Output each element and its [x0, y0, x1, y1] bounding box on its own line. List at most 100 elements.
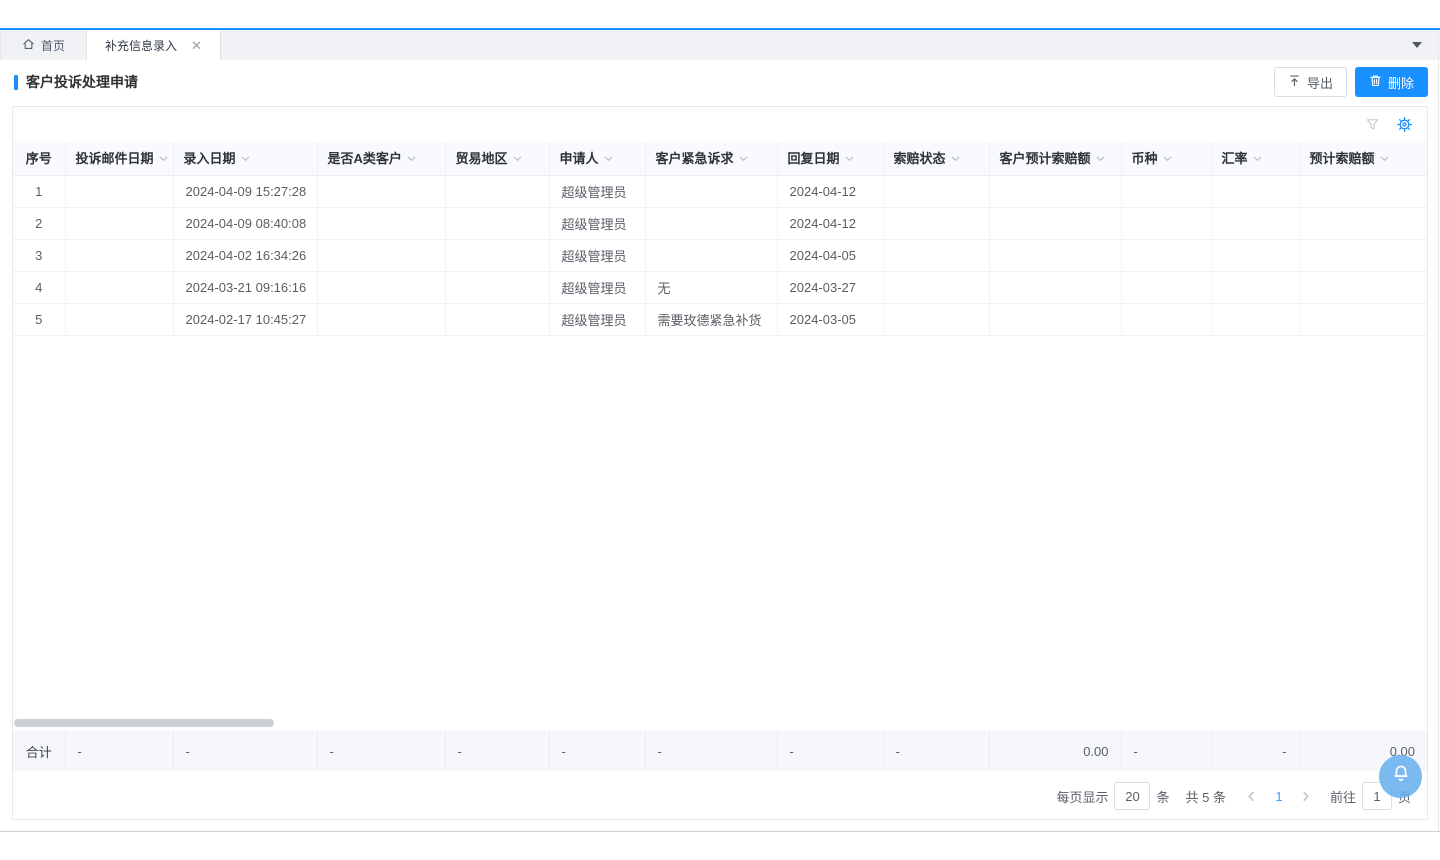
summary-cell: -: [65, 731, 173, 771]
table-cell: [317, 303, 445, 335]
table-cell: [445, 207, 549, 239]
page-bottom-divider: [0, 831, 1440, 832]
table-row[interactable]: 52024-02-17 10:45:27超级管理员需要玫德紧急补货2024-03…: [13, 303, 1427, 335]
table-cell: [65, 303, 173, 335]
page-header: 客户投诉处理申请 导出 删除: [14, 64, 1428, 100]
table-cell: 2024-04-12: [777, 207, 883, 239]
horizontal-scrollbar-thumb[interactable]: [14, 719, 274, 727]
page-number-1[interactable]: 1: [1266, 789, 1292, 804]
notification-bell-button[interactable]: [1379, 755, 1422, 798]
table-cell: [883, 207, 989, 239]
table-cell: 2024-02-17 10:45:27: [173, 303, 317, 335]
table-cell: [1211, 207, 1299, 239]
gear-icon[interactable]: [1396, 116, 1413, 133]
table-cell: [883, 175, 989, 207]
column-header-8[interactable]: 索赔状态: [883, 141, 989, 175]
column-header-label: 序号: [26, 151, 52, 166]
table-row[interactable]: 12024-04-09 15:27:28超级管理员2024-04-12: [13, 175, 1427, 207]
export-button-label: 导出: [1307, 73, 1333, 92]
summary-cell: 0.00: [989, 731, 1121, 771]
top-strip: [0, 0, 1440, 28]
caret-down-icon[interactable]: [1412, 42, 1422, 48]
summary-cell: -: [317, 731, 445, 771]
tab-active-label: 补充信息录入: [105, 37, 177, 54]
table-cell: 2024-03-27: [777, 271, 883, 303]
table-row[interactable]: 22024-04-09 08:40:08超级管理员2024-04-12: [13, 207, 1427, 239]
column-header-label: 客户紧急诉求: [656, 151, 734, 166]
summary-cell: 合计: [13, 731, 65, 771]
chevron-left-icon[interactable]: [1240, 782, 1264, 810]
table-cell: [1121, 271, 1211, 303]
table-cell: 无: [645, 271, 777, 303]
column-header-label: 是否A类客户: [328, 151, 402, 166]
column-header-4[interactable]: 贸易地区: [445, 141, 549, 175]
per-page-unit: 条: [1156, 787, 1169, 806]
export-button[interactable]: 导出: [1274, 67, 1347, 97]
tab-bar: 首页 补充信息录入 ✕: [0, 30, 1440, 60]
upload-icon: [1288, 74, 1301, 90]
column-header-12[interactable]: 预计索赔额: [1299, 141, 1427, 175]
table-cell: [1121, 175, 1211, 207]
per-page-label: 每页显示: [1056, 787, 1108, 806]
column-header-0: 序号: [13, 141, 65, 175]
pagination: 每页显示 条 共 5 条 1 前往 页: [1056, 781, 1411, 811]
tab-supplementary-info[interactable]: 补充信息录入 ✕: [86, 30, 221, 60]
table-cell: [1299, 207, 1427, 239]
summary-cell: -: [173, 731, 317, 771]
column-header-label: 索赔状态: [894, 151, 946, 166]
delete-button-label: 删除: [1388, 73, 1414, 92]
table-cell: 2024-04-09 08:40:08: [173, 207, 317, 239]
table-row[interactable]: 42024-03-21 09:16:16超级管理员无2024-03-27: [13, 271, 1427, 303]
tab-home-label: 首页: [41, 37, 65, 54]
tab-home[interactable]: 首页: [0, 30, 86, 60]
window-right-edge: [1438, 30, 1439, 831]
table-cell: [65, 271, 173, 303]
column-header-10[interactable]: 币种: [1121, 141, 1211, 175]
summary-cell: -: [883, 731, 989, 771]
column-header-label: 投诉邮件日期: [76, 151, 154, 166]
summary-cell: -: [549, 731, 645, 771]
column-header-2[interactable]: 录入日期: [173, 141, 317, 175]
table-cell: 1: [13, 175, 65, 207]
table-cell: [1211, 175, 1299, 207]
close-icon[interactable]: ✕: [191, 39, 202, 52]
table-cell: [1121, 207, 1211, 239]
column-header-label: 币种: [1132, 151, 1158, 166]
table-cell: [1121, 303, 1211, 335]
table-cell: [1299, 175, 1427, 207]
column-header-5[interactable]: 申请人: [549, 141, 645, 175]
funnel-icon[interactable]: [1365, 117, 1380, 132]
table-cell: [445, 271, 549, 303]
table-cell: [883, 271, 989, 303]
column-header-7[interactable]: 回复日期: [777, 141, 883, 175]
table-row[interactable]: 32024-04-02 16:34:26超级管理员2024-04-05: [13, 239, 1427, 271]
column-header-3[interactable]: 是否A类客户: [317, 141, 445, 175]
table-cell: 2024-03-05: [777, 303, 883, 335]
table-cell: [317, 239, 445, 271]
table-cell: [645, 175, 777, 207]
summary-table: 合计--------0.00--0.00: [13, 731, 1427, 771]
column-header-label: 贸易地区: [456, 151, 508, 166]
table-cell: [645, 207, 777, 239]
column-header-11[interactable]: 汇率: [1211, 141, 1299, 175]
column-header-label: 预计索赔额: [1310, 151, 1375, 166]
column-header-6[interactable]: 客户紧急诉求: [645, 141, 777, 175]
table-cell: [1299, 303, 1427, 335]
table-cell: 2024-03-21 09:16:16: [173, 271, 317, 303]
chevron-right-icon[interactable]: [1294, 782, 1318, 810]
app-window: 首页 补充信息录入 ✕ 客户投诉处理申请 导出: [0, 0, 1440, 860]
column-header-1[interactable]: 投诉邮件日期: [65, 141, 173, 175]
table-cell: [989, 239, 1121, 271]
delete-button[interactable]: 删除: [1355, 67, 1428, 97]
column-header-label: 申请人: [560, 151, 599, 166]
column-header-9[interactable]: 客户预计索赔额: [989, 141, 1121, 175]
table-cell: [317, 207, 445, 239]
column-header-label: 回复日期: [788, 151, 840, 166]
total-count-label: 共 5 条: [1186, 787, 1226, 806]
table-header-row: 序号 投诉邮件日期 录入日期 是否A类客户 贸易地区 申请人 客户紧急诉求 回复日期 索赔状态 客…: [13, 141, 1427, 175]
table-cell: [989, 303, 1121, 335]
column-header-label: 录入日期: [184, 151, 236, 166]
summary-cell: -: [645, 731, 777, 771]
per-page-input[interactable]: [1114, 782, 1150, 810]
summary-cell: -: [1211, 731, 1299, 771]
